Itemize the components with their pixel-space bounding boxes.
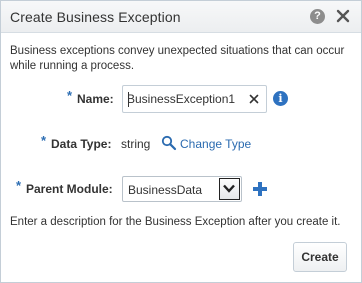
data-type-value: string xyxy=(121,137,151,151)
name-input[interactable] xyxy=(123,86,245,112)
parent-module-select[interactable]: BusinessData xyxy=(122,176,242,202)
search-icon xyxy=(161,135,177,154)
required-marker: * xyxy=(41,133,47,148)
help-icon[interactable]: ? xyxy=(310,9,325,24)
clear-icon[interactable] xyxy=(248,93,260,105)
chevron-down-icon xyxy=(223,184,235,193)
required-marker: * xyxy=(67,88,73,103)
parent-module-selected: BusinessData xyxy=(128,183,203,197)
change-type-label: Change Type xyxy=(180,137,252,151)
info-icon[interactable]: i xyxy=(273,91,288,106)
required-marker: * xyxy=(16,178,22,193)
create-business-exception-dialog: Create Business Exception ? Business exc… xyxy=(0,0,362,283)
description-hint: Enter a description for the Business Exc… xyxy=(10,216,341,228)
add-module-icon[interactable] xyxy=(252,181,268,197)
close-icon[interactable] xyxy=(335,7,351,25)
create-button[interactable]: Create xyxy=(293,242,347,272)
dialog-titlebar: Create Business Exception ? xyxy=(1,1,361,33)
name-field[interactable] xyxy=(122,85,267,113)
intro-text: Business exceptions convey unexpected si… xyxy=(10,45,345,72)
dialog-title: Create Business Exception xyxy=(10,9,181,25)
dropdown-button[interactable] xyxy=(219,178,240,200)
data-type-label: Data Type: xyxy=(51,137,112,151)
parent-module-label: Parent Module: xyxy=(26,182,113,196)
name-label: Name: xyxy=(77,92,114,106)
